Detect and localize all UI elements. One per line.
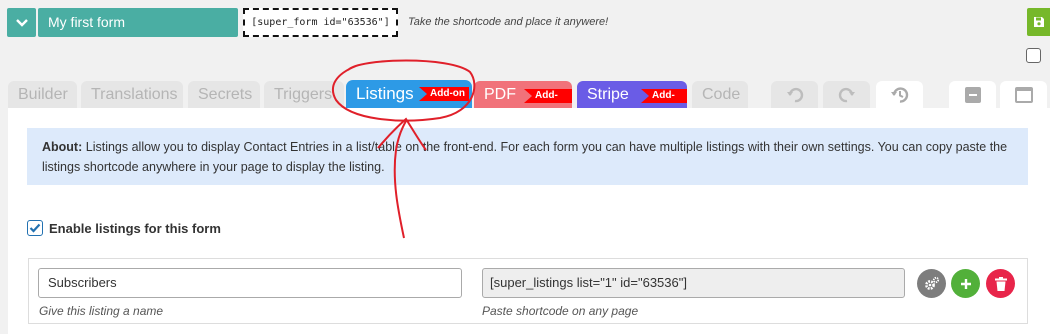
addon-badge: Add-on [641,89,687,103]
addon-badge: Add-on [524,89,572,103]
addon-badge: Add-on [419,87,469,101]
form-title-field[interactable]: My first form [38,8,238,37]
minimize-button[interactable] [949,81,996,108]
minimize-icon [964,86,981,103]
about-notice: About: Listings allow you to display Con… [27,128,1028,185]
shortcode-hint: Take the shortcode and place it anywere! [408,16,609,28]
checkmark-icon [29,223,41,233]
tab-code[interactable]: Code [692,81,748,108]
tab-builder[interactable]: Builder [8,81,77,108]
trash-icon [994,276,1007,291]
undo-icon [786,87,803,102]
tab-triggers[interactable]: Triggers [264,81,344,108]
listing-shortcode-field[interactable]: [super_listings list="1" id="63536"] [482,268,905,298]
tab-pdf[interactable]: PDF Add-on [474,81,572,108]
tab-translations[interactable]: Translations [81,81,183,108]
undo-button[interactable] [771,81,818,108]
redo-button[interactable] [823,81,870,108]
form-shortcode[interactable]: [super_form id="63536"] [243,8,398,37]
tab-listings[interactable]: Listings Add-on [346,80,472,109]
chevron-down-icon [15,18,28,27]
listing-name-input[interactable]: Subscribers [38,268,462,298]
tab-stripe[interactable]: Stripe Add-on [577,81,687,108]
maximize-button[interactable] [1000,81,1047,108]
history-icon [890,86,908,103]
form-header: My first form [7,8,238,37]
add-listing-button[interactable] [951,269,980,298]
save-button[interactable] [1027,8,1050,36]
save-icon [1033,17,1044,27]
side-checkbox[interactable] [1026,48,1041,63]
listing-settings-button[interactable] [917,269,946,298]
tab-secrets[interactable]: Secrets [188,81,260,108]
maximize-icon [1014,86,1033,103]
plus-icon [960,278,971,289]
listing-name-hint: Give this listing a name [39,304,164,318]
enable-listings-checkbox[interactable] [27,220,43,236]
delete-listing-button[interactable] [986,269,1015,298]
collapse-toggle-button[interactable] [7,8,36,37]
listing-shortcode-hint: Paste shortcode on any page [482,304,639,318]
enable-listings-option[interactable]: Enable listings for this form [27,219,221,237]
redo-icon [838,87,855,102]
history-button[interactable] [876,81,923,108]
enable-listings-label: Enable listings for this form [49,220,221,236]
gears-icon [924,276,939,290]
